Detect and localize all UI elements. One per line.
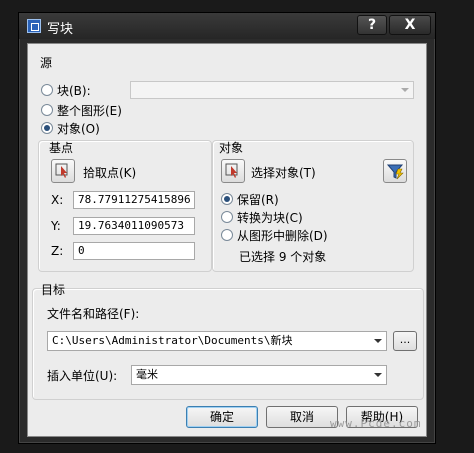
base-point-group: 基点 拾取点(K) X: 78.77911275415896 Y: 19.763… — [38, 140, 212, 272]
title-bar[interactable]: 写块 ? X — [19, 13, 435, 39]
path-combo-value: C:\Users\Administrator\Documents\新块 — [52, 334, 293, 347]
radio-block-label: 块(B): — [57, 84, 91, 98]
radio-retain-label: 保留(R) — [237, 193, 279, 207]
source-heading: 源 — [40, 56, 53, 70]
close-button[interactable]: X — [389, 15, 431, 35]
radio-objects[interactable] — [41, 122, 53, 134]
radio-entire-drawing-label: 整个图形(E) — [57, 104, 122, 118]
dialog-body: 源 块(B): 整个图形(E) 对象(O) 基点 拾取点(K) X: 78.77… — [27, 43, 427, 437]
z-input[interactable]: 0 — [73, 242, 195, 260]
radio-retain[interactable] — [221, 193, 233, 205]
radio-entire-drawing[interactable] — [41, 104, 53, 116]
path-label: 文件名和路径(F): — [47, 307, 140, 321]
radio-delete-from-drawing-label: 从图形中删除(D) — [237, 229, 328, 243]
x-label: X: — [51, 193, 64, 207]
objects-heading: 对象 — [219, 141, 244, 155]
dialog-title: 写块 — [47, 22, 74, 37]
path-combo[interactable]: C:\Users\Administrator\Documents\新块 — [47, 331, 387, 351]
block-combo[interactable] — [130, 81, 414, 99]
quick-select-funnel-icon — [386, 164, 404, 180]
title-help-button[interactable]: ? — [357, 15, 387, 35]
y-label: Y: — [51, 219, 61, 233]
radio-convert-to-block[interactable] — [221, 211, 233, 223]
select-objects-icon — [225, 163, 238, 178]
chevron-down-icon — [374, 373, 382, 377]
browse-button[interactable]: ... — [393, 331, 417, 351]
objects-group: 对象 选择对象(T) 保留(R) 转换为块(C) 从图形中删除(D) 已选择 9 — [212, 140, 414, 272]
chevron-down-icon — [374, 339, 382, 343]
base-point-heading: 基点 — [49, 141, 74, 155]
destination-group: 目标 文件名和路径(F): C:\Users\Administrator\Doc… — [32, 283, 424, 400]
radio-convert-to-block-label: 转换为块(C) — [237, 211, 303, 225]
units-label: 插入单位(U): — [47, 369, 118, 383]
units-select-value: 毫米 — [136, 368, 158, 381]
select-objects-label: 选择对象(T) — [251, 166, 316, 180]
quick-select-button[interactable] — [383, 159, 407, 183]
pick-point-label: 拾取点(K) — [83, 166, 137, 180]
z-label: Z: — [51, 244, 64, 258]
cancel-button[interactable]: 取消 — [266, 406, 338, 428]
destination-heading: 目标 — [41, 283, 66, 297]
pick-point-icon — [55, 163, 68, 178]
chevron-down-icon — [401, 88, 409, 92]
app-icon — [27, 19, 41, 33]
radio-delete-from-drawing[interactable] — [221, 229, 233, 241]
ok-button[interactable]: 确定 — [186, 406, 258, 428]
radio-block[interactable] — [41, 84, 53, 96]
pick-point-button[interactable] — [51, 159, 75, 183]
selection-status: 已选择 9 个对象 — [239, 250, 327, 264]
x-input[interactable]: 78.77911275415896 — [73, 191, 195, 209]
y-input[interactable]: 19.7634011090573 — [73, 217, 195, 235]
radio-objects-label: 对象(O) — [57, 122, 100, 136]
select-objects-button[interactable] — [221, 159, 245, 183]
units-select[interactable]: 毫米 — [131, 365, 387, 385]
watermark-text: www.Pcde.com — [330, 417, 422, 430]
write-block-dialog: 写块 ? X 源 块(B): 整个图形(E) 对象(O) 基点 拾取点(K) X — [18, 12, 436, 444]
